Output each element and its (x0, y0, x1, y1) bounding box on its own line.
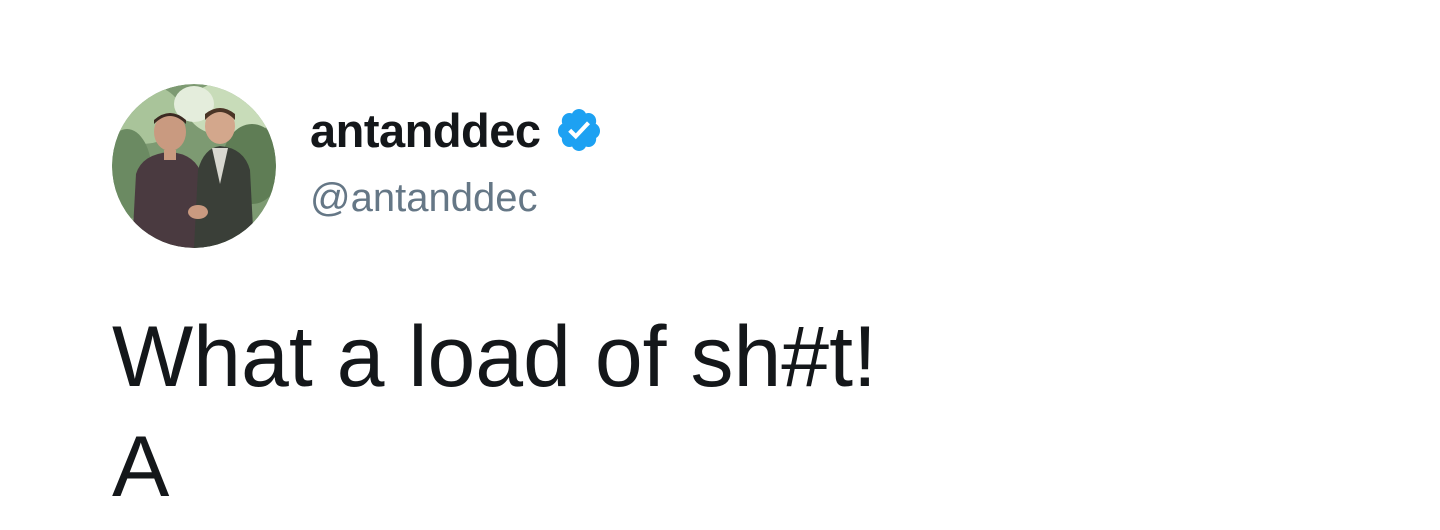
tweet-text: What a load of sh#t! A (112, 302, 877, 522)
profile-avatar[interactable] (112, 84, 276, 248)
name-row[interactable]: antanddec (310, 100, 603, 160)
tweet-text-line: What a load of sh#t! (112, 309, 877, 405)
display-name[interactable]: antanddec (310, 107, 541, 154)
avatar-photo-icon (112, 84, 276, 248)
tweet-card: antanddec @antanddec What a load of sh#t… (0, 0, 1440, 530)
verified-badge-icon (557, 109, 600, 151)
user-handle[interactable]: @antanddec (310, 178, 537, 218)
tweet-text-line: A (112, 419, 170, 515)
